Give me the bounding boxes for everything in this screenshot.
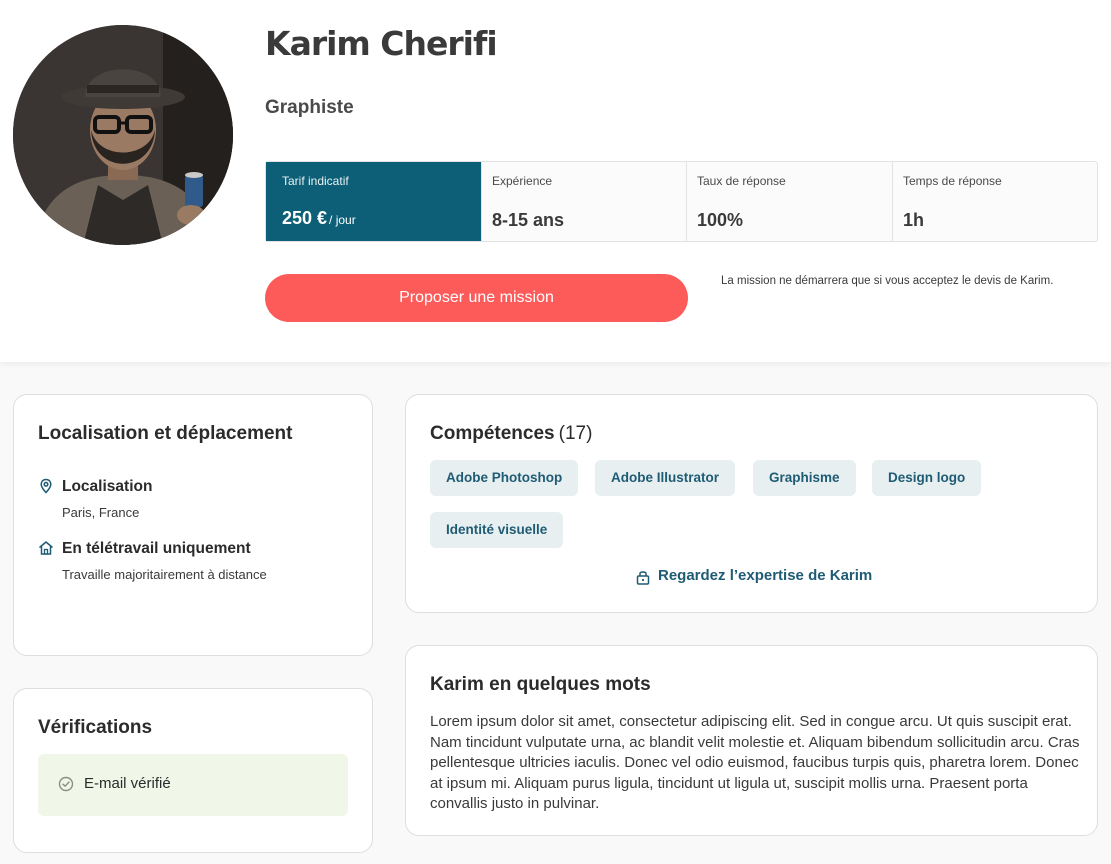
mission-note: La mission ne démarrera que si vous acce… bbox=[721, 275, 1054, 287]
stat-value: 8-15 ans bbox=[492, 210, 565, 230]
skill-tag[interactable]: Design logo bbox=[872, 460, 982, 496]
profile-photo bbox=[13, 25, 233, 245]
stat-label: Taux de réponse bbox=[697, 174, 786, 188]
profile-header: Karim Cherifi Graphiste Tarif indicatif … bbox=[0, 0, 1111, 362]
skill-tag[interactable]: Adobe Illustrator bbox=[595, 460, 736, 496]
profile-name: Karim Cherifi bbox=[265, 24, 498, 63]
location-heading: Localisation bbox=[62, 478, 153, 495]
remote-value: Travaille majoritairement à distance bbox=[62, 567, 267, 582]
skills-title-text: Compétences bbox=[430, 423, 555, 444]
about-title: Karim en quelques mots bbox=[430, 674, 651, 695]
skills-count: 17 bbox=[559, 423, 593, 444]
stat-label: Tarif indicatif bbox=[282, 174, 349, 188]
about-text: Lorem ipsum dolor sit amet, consectetur … bbox=[430, 713, 1080, 812]
skill-tag[interactable]: Identité visuelle bbox=[430, 512, 564, 548]
location-title: Localisation et déplacement bbox=[38, 423, 293, 444]
stat-experience: Expérience 8-15 ans bbox=[482, 162, 687, 241]
map-pin-icon bbox=[40, 478, 52, 494]
email-verified-label: E-mail vérifié bbox=[84, 775, 171, 792]
skill-tag[interactable]: Graphisme bbox=[753, 460, 856, 496]
email-verified-badge: E-mail vérifié bbox=[38, 754, 348, 816]
stat-value: 100% bbox=[697, 210, 744, 230]
location-value: Paris, France bbox=[62, 505, 140, 520]
stat-label: Expérience bbox=[492, 174, 553, 188]
view-expertise-label: Regardez l’expertise de Karim bbox=[658, 567, 873, 584]
rate-unit: / jour bbox=[329, 213, 356, 227]
skills-card: Compétences17 Adobe Photoshop Adobe Illu… bbox=[405, 394, 1098, 613]
check-circle-icon bbox=[58, 776, 74, 792]
stat-response-rate: Taux de réponse 100% bbox=[687, 162, 893, 241]
stats-bar: Tarif indicatif 250 € / jour Expérience 8… bbox=[265, 161, 1098, 242]
lock-icon bbox=[636, 571, 650, 585]
verifications-card: Vérifications E-mail vérifié bbox=[13, 688, 373, 853]
remote-heading: En télétravail uniquement bbox=[62, 540, 251, 557]
location-card: Localisation et déplacement Localisation… bbox=[13, 394, 373, 656]
verifications-title: Vérifications bbox=[38, 717, 153, 738]
stat-rate: Tarif indicatif 250 € / jour bbox=[266, 162, 482, 241]
rate-amount: 250 € bbox=[282, 208, 328, 228]
stat-value: 250 € / jour bbox=[282, 208, 356, 229]
skill-tag[interactable]: Adobe Photoshop bbox=[430, 460, 579, 496]
home-icon bbox=[39, 541, 53, 555]
stat-value: 1h bbox=[903, 210, 925, 230]
profile-role: Graphiste bbox=[265, 97, 354, 118]
stat-label: Temps de réponse bbox=[903, 174, 1002, 188]
avatar bbox=[13, 25, 233, 245]
skills-title: Compétences17 bbox=[430, 423, 592, 445]
stat-response-time: Temps de réponse 1h bbox=[893, 162, 1097, 241]
propose-mission-button[interactable]: Proposer une mission bbox=[265, 274, 688, 322]
about-card: Karim en quelques mots Lorem ipsum dolor… bbox=[405, 645, 1098, 836]
